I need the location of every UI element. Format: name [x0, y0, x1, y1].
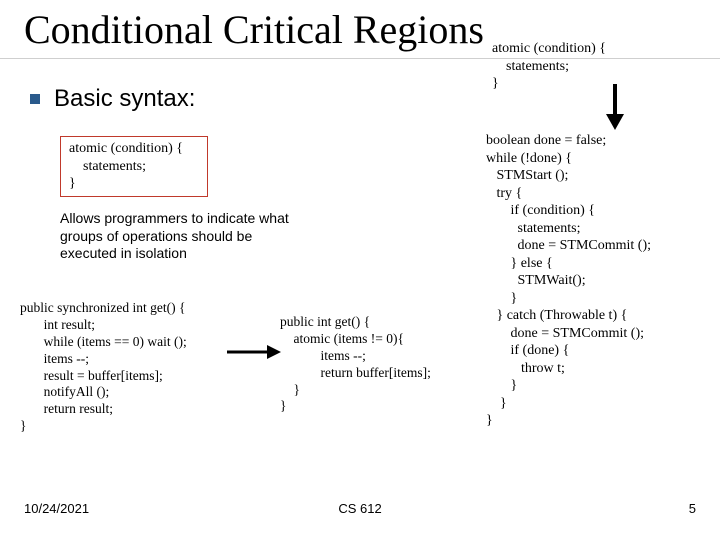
code-right: boolean done = false; while (!done) { ST… — [486, 132, 651, 430]
explain-text: Allows programmers to indicate what grou… — [60, 210, 300, 263]
code-mid: public int get() { atomic (items != 0){ … — [280, 314, 480, 415]
title-underline — [0, 58, 720, 59]
arrow-top-to-right-icon — [602, 82, 628, 130]
footer-course: CS 612 — [338, 501, 381, 516]
bullet-text: Basic syntax: — [54, 85, 195, 113]
slide: Conditional Critical Regions Basic synta… — [0, 0, 720, 540]
arrow-left-to-mid-icon — [225, 342, 281, 362]
code-top-right: atomic (condition) { statements; } — [492, 40, 606, 93]
footer-date: 10/24/2021 — [24, 501, 89, 516]
syntax-box: atomic (condition) { statements; } — [60, 136, 208, 197]
bullet-square-icon — [30, 94, 40, 104]
footer-page-number: 5 — [689, 501, 696, 516]
code-left: public synchronized int get() { int resu… — [20, 300, 250, 435]
